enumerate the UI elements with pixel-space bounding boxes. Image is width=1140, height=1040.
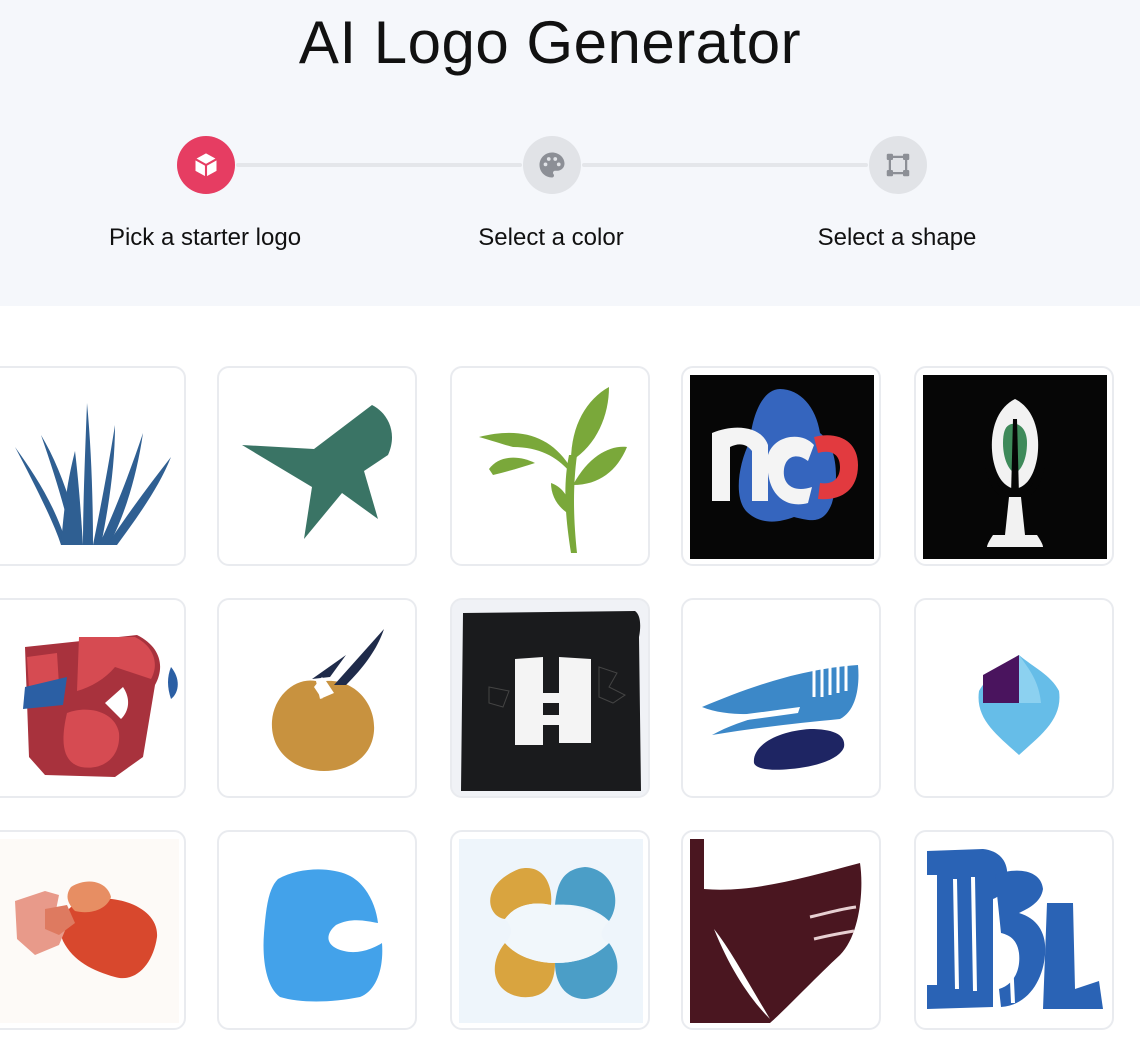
blue-c-logo	[226, 839, 410, 1023]
step-connector-2	[582, 163, 868, 167]
red-abstract-logo	[0, 607, 179, 791]
logo-tile-green-sprout[interactable]	[450, 366, 650, 566]
logo-tile-green-star[interactable]	[217, 366, 417, 566]
step-3-label: Select a shape	[817, 224, 977, 251]
green-sprout-logo	[459, 375, 643, 559]
h-block-logo	[459, 607, 643, 791]
blue-wave-logo	[690, 607, 874, 791]
blue-grass-logo	[0, 375, 179, 559]
blue-letters-logo	[923, 839, 1107, 1023]
logo-tile-h-block[interactable]	[450, 598, 650, 798]
header-section: AI Logo Generator Pick a starter logo Se…	[0, 0, 1140, 306]
logo-tile-blue-wave[interactable]	[681, 598, 881, 798]
purple-droplet-logo	[923, 607, 1107, 791]
logo-tile-four-petal[interactable]	[450, 830, 650, 1030]
logo-tile-coral-blob[interactable]	[0, 830, 186, 1030]
step-1-label: Pick a starter logo	[108, 224, 302, 251]
orange-bird-logo	[226, 607, 410, 791]
logo-tile-blue-grass[interactable]	[0, 366, 186, 566]
logo-tile-mc-monogram[interactable]	[681, 366, 881, 566]
step-3-circle[interactable]	[869, 136, 927, 194]
maroon-shape-logo	[690, 839, 874, 1023]
step-connector-1	[236, 163, 522, 167]
logo-tile-blue-c[interactable]	[217, 830, 417, 1030]
green-star-logo	[226, 375, 410, 559]
stepper: Pick a starter logo Select a color Selec…	[0, 0, 1140, 306]
logo-tile-orange-bird[interactable]	[217, 598, 417, 798]
mc-monogram-logo	[690, 375, 874, 559]
logo-tile-purple-droplet[interactable]	[914, 598, 1114, 798]
logo-tile-blue-letters[interactable]	[914, 830, 1114, 1030]
shape-icon	[886, 153, 910, 177]
logo-tile-maroon-shape[interactable]	[681, 830, 881, 1030]
coral-blob-logo	[0, 839, 179, 1023]
step-2-circle[interactable]	[523, 136, 581, 194]
step-2-label: Select a color	[478, 224, 624, 251]
microphone-logo	[923, 375, 1107, 559]
palette-icon	[539, 152, 565, 178]
logo-tile-microphone[interactable]	[914, 366, 1114, 566]
four-petal-logo	[459, 839, 643, 1023]
logo-tile-red-abstract[interactable]	[0, 598, 186, 798]
step-1-circle[interactable]	[177, 136, 235, 194]
cube-icon	[194, 153, 218, 177]
